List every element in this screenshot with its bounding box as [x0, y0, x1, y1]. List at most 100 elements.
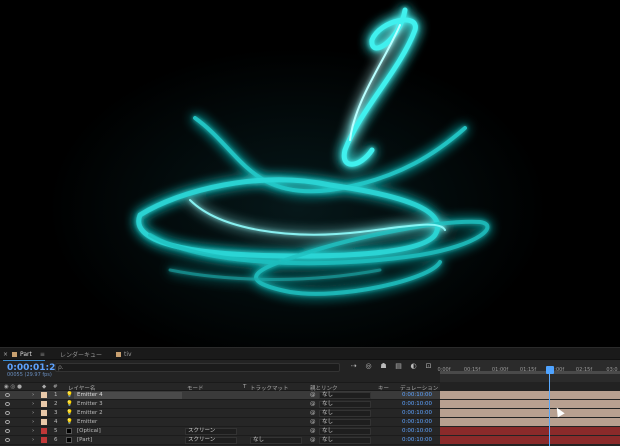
light-trail-render	[136, 7, 490, 296]
playhead-line[interactable]	[549, 374, 550, 446]
pickwhip-icon[interactable]: @	[310, 437, 316, 443]
parent-dropdown[interactable]: なし	[319, 410, 371, 417]
solid-icon	[66, 428, 72, 434]
label-color-swatch[interactable]	[41, 437, 47, 443]
eye-icon[interactable]	[5, 402, 10, 406]
timeline-tabs: × Part ≡ レンダーキュー tiv	[0, 348, 620, 361]
expand-arrow-icon[interactable]: ›	[32, 410, 34, 416]
layer-duration-bar[interactable]	[440, 409, 620, 417]
light-icon: 💡	[66, 392, 73, 398]
layer-duration[interactable]: 0:00:10:00	[402, 410, 432, 416]
layer-name[interactable]: [Optical]	[77, 428, 101, 434]
keyframe-header-strip	[440, 382, 620, 391]
parent-dropdown[interactable]: なし	[319, 392, 371, 399]
pickwhip-icon[interactable]: @	[310, 410, 316, 416]
draft-3d-icon[interactable]: ◎	[365, 362, 372, 370]
tab-label: Part	[20, 351, 32, 358]
label-column-icon: ◆	[42, 384, 47, 390]
number-column-icon: #	[53, 384, 58, 390]
timeline-panel: × Part ≡ レンダーキュー tiv 0:00:01:25 00055 (2…	[0, 348, 620, 446]
av-switch-icons: ◉ ◎ ●	[4, 384, 22, 390]
eye-icon[interactable]	[5, 420, 10, 424]
parent-dropdown[interactable]: なし	[319, 419, 371, 426]
layer-name[interactable]: Emitter 2	[77, 410, 103, 416]
layer-name[interactable]: Emitter 4	[74, 392, 182, 399]
tab-part[interactable]: × Part ≡	[3, 350, 45, 361]
layer-list: › 1 💡 Emitter 4 @ なし 0:00:10:00 › 2 💡 Em…	[0, 391, 440, 446]
layer-duration[interactable]: 0:00:10:00	[402, 437, 432, 443]
eye-icon[interactable]	[5, 429, 10, 433]
playhead-handle[interactable]	[546, 366, 554, 374]
eye-icon[interactable]	[5, 438, 10, 442]
layer-column-header: ◉ ◎ ● ◆ # レイヤー名 モード T トラックマット 親とリンク キー デ…	[0, 382, 440, 392]
col-t[interactable]: T	[243, 384, 246, 390]
layer-row[interactable]: › 3 💡 Emitter 2 @ なし 0:00:10:00	[0, 409, 440, 418]
layer-duration[interactable]: 0:00:10:00	[402, 401, 432, 407]
blend-mode-dropdown[interactable]: スクリーン	[185, 437, 237, 444]
comp-flowchart-icon[interactable]: ⇢	[350, 362, 357, 370]
expand-arrow-icon[interactable]: ›	[32, 437, 34, 443]
eye-icon[interactable]	[5, 411, 10, 415]
layer-number: 5	[54, 428, 58, 434]
layer-name[interactable]: [Part]	[77, 437, 92, 443]
layer-number: 2	[54, 401, 58, 407]
label-color-swatch[interactable]	[41, 410, 47, 416]
solid-icon	[66, 437, 72, 443]
layer-duration-bar[interactable]	[440, 391, 620, 399]
motion-blur-icon[interactable]: ◐	[410, 362, 417, 370]
expand-arrow-icon[interactable]: ›	[32, 428, 34, 434]
layer-bars-area	[440, 391, 620, 446]
pickwhip-icon[interactable]: @	[310, 392, 316, 398]
label-color-swatch[interactable]	[41, 428, 47, 434]
layer-duration[interactable]: 0:00:10:00	[402, 428, 432, 434]
layer-row[interactable]: › 5 [Optical] スクリーン @ なし 0:00:10:00	[0, 427, 440, 436]
pickwhip-icon[interactable]: @	[310, 419, 316, 425]
layer-row[interactable]: › 1 💡 Emitter 4 @ なし 0:00:10:00	[0, 391, 440, 400]
expand-arrow-icon[interactable]: ›	[32, 419, 34, 425]
tab-render-queue[interactable]: レンダーキュー	[60, 350, 102, 359]
blend-mode-dropdown[interactable]: スクリーン	[185, 428, 237, 435]
layer-name[interactable]: Emitter 3	[77, 401, 103, 407]
frame-readout: 00055 (29.97 fps)	[7, 372, 52, 378]
layer-row[interactable]: › 4 💡 Emitter @ なし 0:00:10:00	[0, 418, 440, 427]
pickwhip-icon[interactable]: @	[310, 428, 316, 434]
close-icon[interactable]: ×	[3, 351, 8, 358]
shy-icon[interactable]: ☗	[380, 362, 387, 370]
label-color-swatch[interactable]	[41, 392, 47, 398]
layer-duration-bar[interactable]	[440, 418, 620, 426]
layer-row[interactable]: › 6 [Part] スクリーン なし @ なし 0:00:10:00	[0, 436, 440, 445]
comp-color-swatch	[12, 352, 18, 357]
layer-duration[interactable]: 0:00:10:00	[402, 392, 432, 398]
work-area-bar[interactable]	[440, 371, 620, 374]
layer-row[interactable]: › 2 💡 Emitter 3 @ なし 0:00:10:00	[0, 400, 440, 409]
layer-duration[interactable]: 0:00:10:00	[402, 419, 432, 425]
track-matte-dropdown[interactable]: なし	[250, 437, 302, 444]
layer-duration-bar[interactable]	[440, 400, 620, 408]
tab-label: レンダーキュー	[60, 352, 103, 359]
expand-arrow-icon[interactable]: ›	[32, 401, 34, 407]
label-color-swatch[interactable]	[41, 419, 47, 425]
light-icon: 💡	[66, 419, 73, 425]
layer-number: 1	[54, 392, 58, 398]
light-icon: 💡	[66, 401, 73, 407]
parent-dropdown[interactable]: なし	[319, 437, 371, 444]
layer-name[interactable]: Emitter	[77, 419, 97, 425]
label-color-swatch[interactable]	[41, 401, 47, 407]
parent-dropdown[interactable]: なし	[319, 428, 371, 435]
eye-icon[interactable]	[5, 393, 10, 397]
pickwhip-icon[interactable]: @	[310, 401, 316, 407]
timeline-toolbar: ⇢ ◎ ☗ ▤ ◐ ⊡	[350, 362, 432, 370]
layer-search-input[interactable]: ρ.	[55, 363, 340, 372]
expand-arrow-icon[interactable]: ›	[32, 392, 34, 398]
layer-number: 4	[54, 419, 58, 425]
tab-tiv[interactable]: tiv	[116, 350, 132, 359]
composition-viewer[interactable]	[0, 0, 620, 348]
layer-duration-bar[interactable]	[440, 436, 620, 444]
parent-dropdown[interactable]: なし	[319, 401, 371, 408]
menu-icon[interactable]: ≡	[40, 351, 45, 358]
graph-editor-icon[interactable]: ⊡	[425, 362, 432, 370]
layer-duration-bar[interactable]	[440, 427, 620, 435]
frame-blend-icon[interactable]: ▤	[395, 362, 402, 370]
layer-number: 3	[54, 410, 58, 416]
light-icon: 💡	[66, 410, 73, 416]
